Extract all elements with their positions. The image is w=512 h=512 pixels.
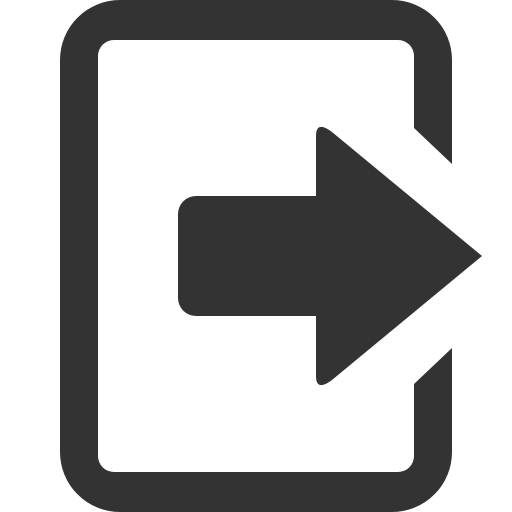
arrow-right-icon bbox=[178, 126, 482, 386]
icon-canvas bbox=[0, 0, 512, 512]
exit-icon bbox=[60, 0, 482, 512]
